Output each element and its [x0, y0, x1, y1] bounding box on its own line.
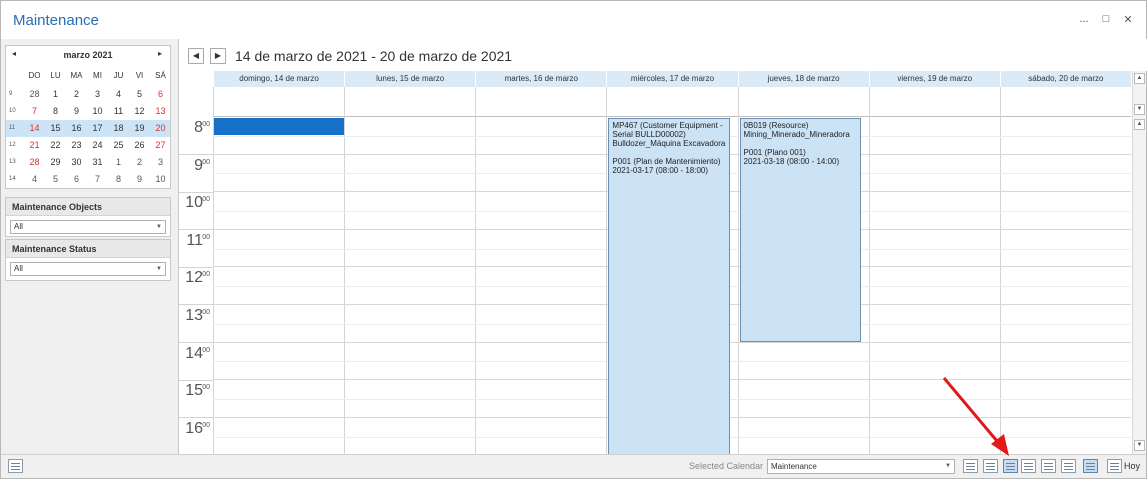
red-arrow-annotation [942, 377, 1009, 456]
maintenance-window: Maintenance ... □ ✕ marzo 2021 ◂ ▸ DO LU M… [0, 0, 1147, 479]
